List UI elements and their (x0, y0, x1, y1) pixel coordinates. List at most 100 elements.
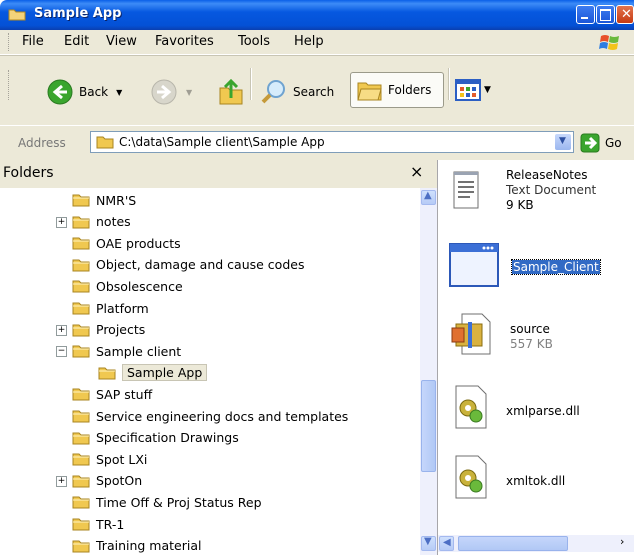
chevron-up-icon: ▲ (424, 190, 432, 201)
folder-icon (72, 345, 90, 358)
search-magnifier-icon (261, 80, 285, 104)
file-name: xmltok.dll (506, 474, 566, 488)
tree-item[interactable]: OAE products (72, 232, 181, 254)
close-icon: ✕ (621, 7, 632, 22)
chevron-right-icon[interactable]: › (620, 535, 624, 548)
toolbar-separator (448, 68, 450, 100)
up-folder-icon (219, 78, 243, 105)
menu-edit[interactable]: Edit (64, 34, 89, 49)
tree-item[interactable]: SAP stuff (72, 383, 152, 405)
files-horizontal-scrollbar[interactable]: ◀ › (438, 535, 634, 552)
address-dropdown-button[interactable]: ▼ (555, 134, 571, 150)
menu-help[interactable]: Help (294, 34, 324, 49)
folder-icon (72, 216, 90, 229)
folder-icon (72, 324, 90, 337)
tree-item-label: Sample App (122, 364, 208, 382)
folders-pane-close-button[interactable]: × (410, 162, 423, 181)
folder-icon (72, 496, 90, 509)
tree-item[interactable]: SpotOn (72, 470, 142, 492)
toolbar-separator (250, 68, 252, 100)
maximize-button[interactable] (596, 5, 615, 24)
tree-item[interactable]: Object, damage and cause codes (72, 254, 304, 276)
forward-dropdown-icon[interactable]: ▼ (186, 88, 192, 97)
folders-pane: Folders × ▲ ▼ NMR'S notes + OAE products Obj… (0, 160, 438, 555)
tree-item-label: SAP stuff (96, 386, 153, 402)
views-dropdown-icon[interactable]: ▼ (484, 85, 491, 95)
back-arrow-icon (47, 79, 73, 105)
tree-item-label: TR-1 (96, 516, 125, 532)
expand-plus-icon[interactable]: + (56, 324, 67, 336)
tree-item-label: Time Off & Proj Status Rep (96, 494, 262, 510)
folder-icon (72, 302, 90, 315)
menubar-grip[interactable] (8, 33, 11, 51)
menu-view[interactable]: View (106, 34, 137, 49)
folder-app-icon (8, 9, 26, 21)
chevron-down-icon: ▼ (424, 536, 432, 547)
tree-item-label: notes (96, 214, 131, 230)
tree-item[interactable]: Sample client (72, 340, 181, 362)
views-button[interactable]: ▼ (454, 74, 504, 106)
tree-item[interactable]: Platform (72, 297, 149, 319)
file-item-releasenotes[interactable]: ReleaseNotes Text Document 9 KB (448, 168, 596, 213)
file-name-selected: Sample_Client (511, 259, 601, 275)
file-name: source (510, 322, 550, 336)
close-button[interactable]: ✕ (616, 5, 634, 24)
maximize-icon (600, 9, 611, 21)
file-item-source[interactable]: source 557 KB (448, 310, 553, 358)
file-item-xmltok[interactable]: xmltok.dll (448, 452, 565, 502)
back-dropdown-icon[interactable]: ▼ (116, 88, 122, 97)
address-bar: Address C:\data\Sample client\Sample App… (0, 125, 634, 161)
tree-item-label: OAE products (96, 235, 181, 251)
folder-icon (72, 518, 90, 531)
scroll-up-button[interactable]: ▲ (421, 190, 436, 205)
tree-item[interactable]: Spot LXi (72, 448, 147, 470)
folder-icon (72, 194, 90, 207)
tree-item[interactable]: Projects (72, 319, 145, 341)
tree-item[interactable]: notes (72, 211, 131, 233)
folders-vertical-scrollbar[interactable]: ▲ ▼ (420, 188, 437, 555)
scroll-left-button[interactable]: ◀ (439, 536, 454, 551)
scroll-thumb[interactable] (421, 380, 436, 472)
folder-icon (72, 237, 90, 250)
tree-item[interactable]: TR-1 (72, 513, 124, 535)
views-grid-icon (455, 79, 481, 101)
address-label: Address (18, 136, 66, 150)
expand-plus-icon[interactable]: + (56, 216, 67, 228)
tree-item-label: Specification Drawings (96, 430, 239, 446)
scroll-thumb[interactable] (458, 536, 568, 551)
minimize-button[interactable] (576, 5, 595, 24)
toolbar-grip[interactable] (8, 70, 11, 100)
address-input[interactable]: C:\data\Sample client\Sample App ▼ (90, 131, 574, 153)
scroll-down-button[interactable]: ▼ (421, 536, 436, 551)
tree-item[interactable]: Sample App (98, 362, 208, 384)
tree-item[interactable]: Obsolescence (72, 275, 183, 297)
file-item-sample-client[interactable]: Sample_Client (448, 240, 601, 290)
tree-item-label: Obsolescence (96, 278, 183, 294)
menu-file[interactable]: File (22, 34, 44, 49)
forward-button[interactable]: ▼ (150, 78, 192, 106)
tree-item[interactable]: Training material (72, 535, 201, 557)
tree-item-label: Object, damage and cause codes (96, 257, 305, 273)
go-arrow-icon (580, 133, 600, 153)
menu-favorites[interactable]: Favorites (155, 34, 214, 49)
tree-item[interactable]: Service engineering docs and templates (72, 405, 348, 427)
title-bar[interactable]: Sample App ✕ (0, 0, 634, 30)
tree-item[interactable]: Specification Drawings (72, 427, 239, 449)
file-item-xmlparse[interactable]: xmlparse.dll (448, 382, 580, 432)
go-label: Go (605, 136, 622, 150)
collapse-minus-icon[interactable]: − (56, 346, 67, 358)
tree-item[interactable]: NMR'S (72, 189, 136, 211)
back-button[interactable]: Back ▼ (46, 78, 122, 106)
menu-tools[interactable]: Tools (238, 34, 270, 49)
tree-item[interactable]: Time Off & Proj Status Rep (72, 491, 262, 513)
search-button[interactable]: Search (260, 78, 334, 106)
file-type: Text Document (506, 183, 597, 197)
menu-bar: File Edit View Favorites Tools Help (0, 30, 634, 55)
folders-button[interactable]: Folders (350, 72, 444, 108)
expand-plus-icon[interactable]: + (56, 475, 67, 487)
text-document-icon (453, 171, 479, 209)
tree-item-label: NMR'S (96, 192, 137, 208)
up-folder-button[interactable] (218, 78, 244, 106)
tree-item-label: Platform (96, 300, 149, 316)
go-button[interactable]: Go (580, 132, 622, 154)
